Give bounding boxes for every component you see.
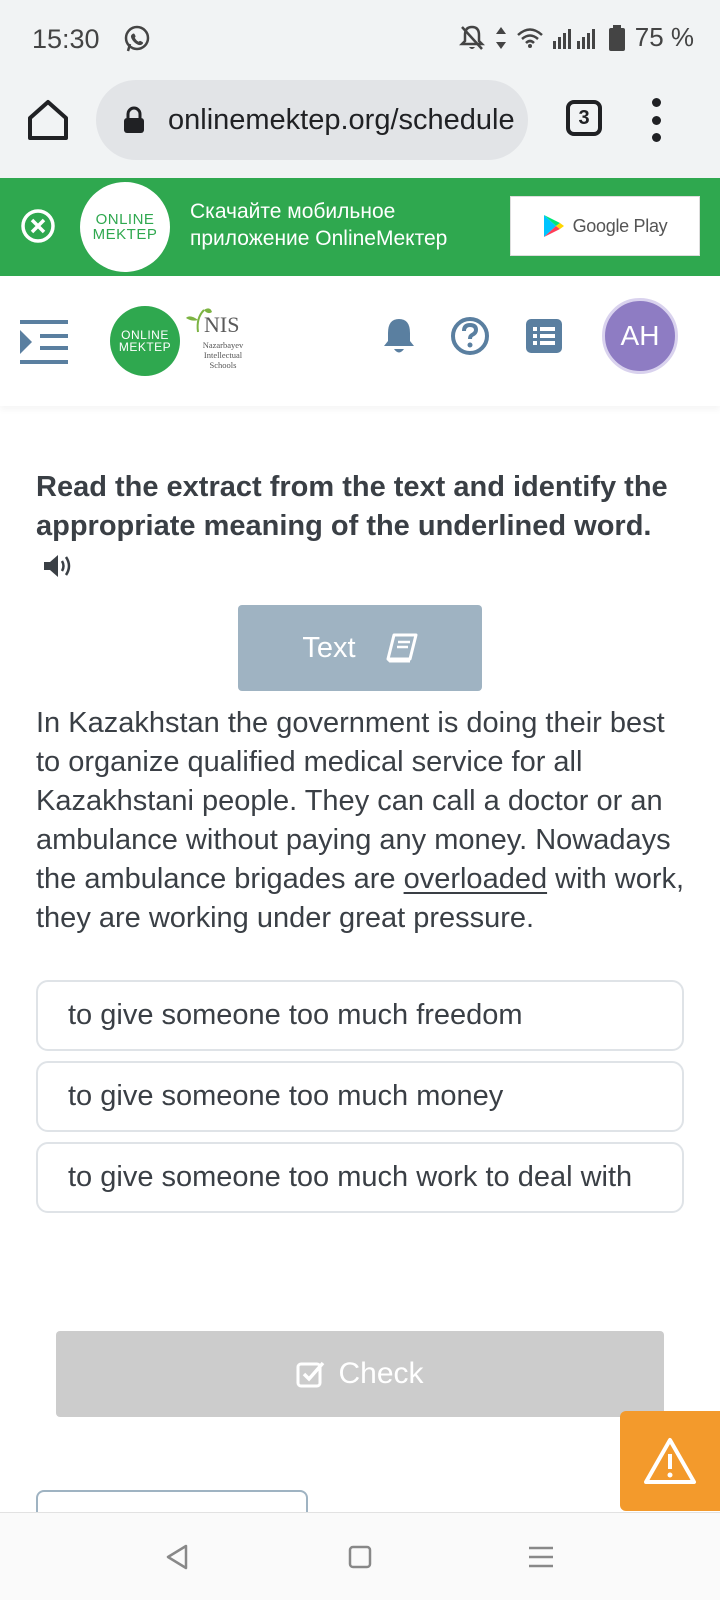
schedule-list-icon[interactable] bbox=[524, 316, 564, 356]
google-play-button[interactable]: Google Play bbox=[510, 196, 700, 256]
answer-option[interactable]: to give someone too much freedom bbox=[36, 980, 684, 1051]
data-arrows-icon bbox=[495, 26, 506, 49]
status-time: 15:30 bbox=[32, 24, 100, 54]
answer-option[interactable]: to give someone too much work to deal wi… bbox=[36, 1142, 684, 1213]
notifications-icon[interactable] bbox=[380, 316, 418, 356]
back-icon[interactable] bbox=[164, 1543, 190, 1571]
underlined-word: overloaded bbox=[403, 863, 548, 895]
tabs-button[interactable]: 3 bbox=[566, 100, 602, 136]
lock-icon bbox=[124, 106, 144, 133]
browser-menu-button[interactable] bbox=[650, 98, 662, 142]
wifi-icon bbox=[516, 27, 543, 48]
show-text-label: Text bbox=[302, 631, 356, 664]
google-play-icon bbox=[543, 215, 564, 237]
checkbox-icon bbox=[296, 1361, 325, 1388]
browser-toolbar: onlinemektep.org/schedule 3 bbox=[0, 80, 720, 178]
banner-text: Скачайте мобильное приложение OnlineMeкт… bbox=[190, 200, 448, 250]
menu-toggle-icon[interactable] bbox=[20, 318, 70, 366]
status-icons: 75 % bbox=[458, 22, 694, 53]
status-bar: 15:30 75 % bbox=[0, 0, 720, 80]
answer-options: to give someone too much freedom to give… bbox=[36, 980, 684, 1223]
help-icon[interactable] bbox=[450, 316, 490, 356]
reading-passage: In Kazakhstan the government is doing th… bbox=[36, 707, 685, 934]
report-issue-button[interactable] bbox=[620, 1411, 720, 1511]
check-label: Check bbox=[338, 1357, 424, 1390]
book-icon bbox=[386, 633, 418, 663]
speaker-icon[interactable] bbox=[42, 553, 72, 579]
onlinemektep-logo[interactable]: ONLINE MEKTEP bbox=[110, 306, 180, 376]
home-icon[interactable] bbox=[26, 98, 70, 142]
recent-apps-icon[interactable] bbox=[528, 1545, 554, 1569]
onlinemektep-logo: ONLINE MEKTEP bbox=[80, 182, 170, 272]
bell-muted-icon bbox=[458, 25, 485, 50]
answer-option[interactable]: to give someone too much money bbox=[36, 1061, 684, 1132]
user-avatar[interactable]: AH bbox=[602, 298, 678, 374]
question-text: Read the extract from the text and ident… bbox=[36, 468, 676, 585]
warning-icon bbox=[644, 1438, 696, 1484]
app-header: ONLINE MEKTEP NIS Nazarbayev Intellectua… bbox=[0, 276, 720, 406]
address-bar[interactable]: onlinemektep.org/schedule bbox=[96, 80, 528, 160]
app-download-banner: ONLINE MEKTEP Скачайте мобильное приложе… bbox=[0, 178, 720, 276]
close-icon[interactable] bbox=[20, 208, 56, 244]
whatsapp-icon bbox=[124, 25, 150, 52]
battery-percent: 75 % bbox=[634, 22, 694, 52]
battery-icon bbox=[608, 24, 625, 51]
nis-logo: NIS Nazarbayev Intellectual Schools bbox=[184, 304, 254, 374]
system-navigation-bar bbox=[0, 1512, 720, 1600]
check-button[interactable]: Check bbox=[56, 1331, 664, 1417]
home-nav-icon[interactable] bbox=[348, 1545, 372, 1569]
show-text-button[interactable]: Text bbox=[238, 605, 482, 691]
signal-icon bbox=[552, 28, 595, 49]
url-text: onlinemektep.org/schedule bbox=[168, 103, 515, 136]
